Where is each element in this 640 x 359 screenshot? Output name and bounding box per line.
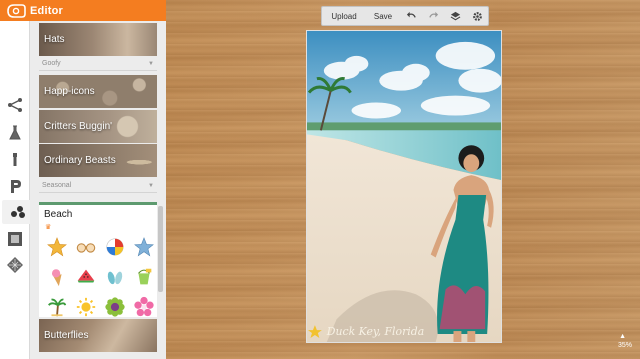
chevron-down-icon: ▼: [148, 182, 154, 189]
effects-icon[interactable]: [4, 122, 26, 144]
frames-icon[interactable]: [4, 228, 26, 250]
redo-icon[interactable]: [422, 7, 444, 25]
category-tile-happ-icons[interactable]: Happ-icons: [39, 75, 157, 108]
category-label: Critters Buggin': [44, 121, 113, 132]
palm-tree-icon[interactable]: [42, 292, 71, 322]
app-logo-icon: [7, 3, 26, 18]
app-header: Editor: [0, 0, 166, 21]
zoom-up-icon[interactable]: ▲: [619, 333, 626, 340]
save-button[interactable]: Save: [366, 7, 400, 25]
category-beach-open: Beach ♛: [39, 202, 157, 317]
textures-icon[interactable]: [4, 254, 26, 276]
section-label: Seasonal: [42, 182, 72, 189]
starfish-icon[interactable]: [42, 232, 71, 262]
zoom-level: 35%: [617, 342, 632, 349]
settings-icon[interactable]: [466, 7, 488, 25]
upload-button[interactable]: Upload: [322, 7, 366, 25]
crown-icon: ♛: [45, 224, 52, 231]
hibiscus-icon[interactable]: [129, 292, 158, 322]
sunflower-icon[interactable]: [100, 292, 129, 322]
beach-ball-icon[interactable]: [100, 232, 129, 262]
overlays-panel: Hats Goofy ▼ Happ-icons Critters Buggin'…: [30, 21, 166, 359]
blue-starfish-icon[interactable]: [129, 232, 158, 262]
category-tile-butterflies[interactable]: Butterflies: [39, 319, 157, 352]
sunglasses-icon[interactable]: [71, 232, 100, 262]
category-tile-critters[interactable]: Critters Buggin': [39, 110, 157, 143]
category-header-beach[interactable]: Beach: [39, 205, 157, 222]
category-label: Ordinary Beasts: [44, 155, 116, 166]
bucket-icon[interactable]: [129, 262, 158, 292]
sun-icon[interactable]: [71, 292, 100, 322]
text-icon[interactable]: [4, 175, 26, 197]
section-goofy[interactable]: Goofy ▼: [39, 57, 157, 71]
section-seasonal[interactable]: Seasonal ▼: [39, 179, 157, 193]
category-label: Butterflies: [44, 330, 89, 341]
touch-up-icon[interactable]: [4, 148, 26, 170]
app-title: Editor: [30, 4, 63, 17]
category-label: Happ-icons: [44, 86, 95, 97]
layers-icon[interactable]: [444, 7, 466, 25]
chevron-down-icon: ▼: [148, 60, 154, 67]
photo-caption: Duck Key, Florida: [326, 325, 424, 338]
watermelon-icon[interactable]: [71, 262, 100, 292]
undo-icon[interactable]: [400, 7, 422, 25]
edit-icon[interactable]: [4, 94, 26, 116]
flip-flops-icon[interactable]: [100, 262, 129, 292]
category-label: Hats: [44, 34, 65, 45]
tool-rail: [0, 0, 40, 359]
category-tile-ordinary-beasts[interactable]: Ordinary Beasts: [39, 144, 157, 177]
beach-photo[interactable]: Duck Key, Florida: [306, 30, 502, 343]
section-label: Goofy: [42, 60, 61, 67]
editor-canvas: Upload Save Duck Key, Florida ▲ 35%: [166, 0, 640, 359]
panel-scrollbar[interactable]: [158, 206, 163, 292]
category-tile-hats[interactable]: Hats: [39, 23, 157, 56]
top-toolbar: Upload Save: [321, 6, 489, 26]
sticker-grid: [42, 232, 158, 322]
ice-cream-icon[interactable]: [42, 262, 71, 292]
